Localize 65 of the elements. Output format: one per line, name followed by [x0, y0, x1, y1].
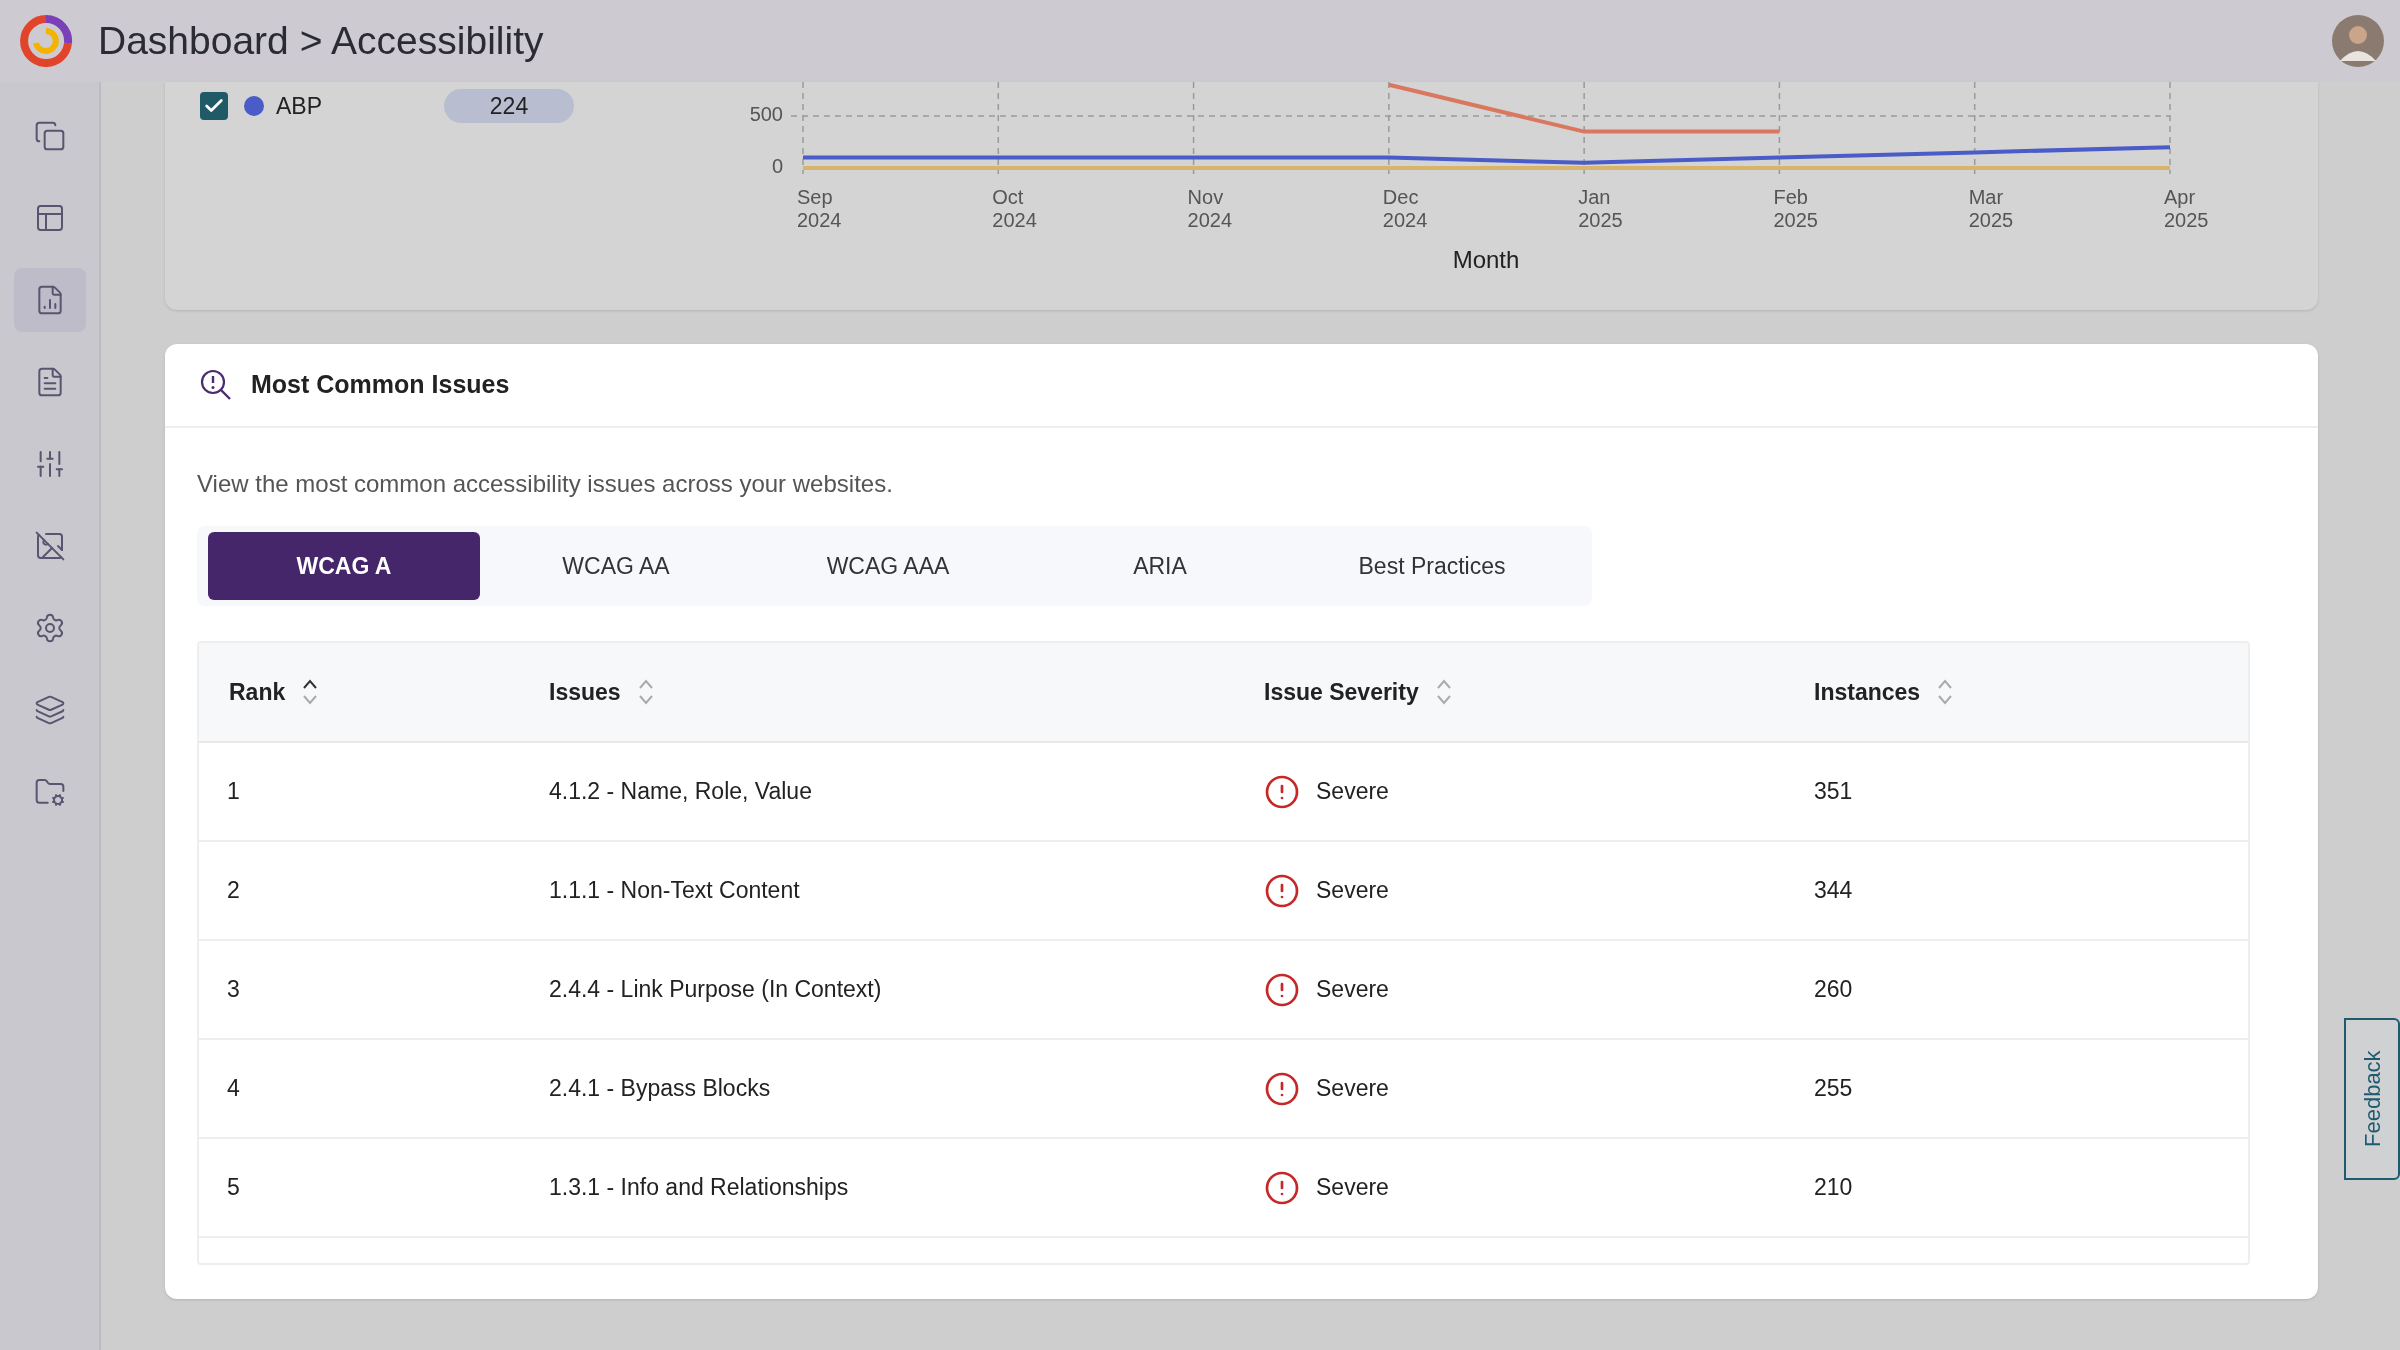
- instances-cell: 210: [1814, 1174, 1853, 1201]
- severity-cell-text: Severe: [1316, 876, 1389, 906]
- rank-cell: 1: [227, 778, 240, 805]
- column-header: Rank: [229, 677, 286, 707]
- folder-gear-icon: [33, 776, 66, 808]
- rank-cell: 5: [227, 1174, 240, 1201]
- y-tick-label: 500: [749, 103, 783, 126]
- rank-cell: 4: [227, 1075, 240, 1102]
- x-tick-label: Sep 2024: [797, 186, 842, 231]
- instances-cell: 351: [1814, 778, 1853, 805]
- table-row[interactable]: 4 2.4.1 - Bypass Blocks Severe 255: [199, 1040, 2248, 1139]
- axis-title: Month: [1452, 246, 1520, 273]
- legend-checkbox[interactable]: [200, 92, 228, 120]
- rank-cell: 2: [227, 877, 240, 904]
- tab[interactable]: ARIA: [1024, 532, 1296, 600]
- table-row[interactable]: 5 1.3.1 - Info and Relationships Severe 210: [199, 1139, 2248, 1238]
- stacked-windows-icon: [33, 120, 66, 152]
- tab[interactable]: Best Practices: [1296, 532, 1568, 600]
- tab[interactable]: WCAG AAA: [752, 532, 1024, 600]
- table-row[interactable]: 2 1.1.1 - Non-Text Content Severe 344: [199, 842, 2248, 941]
- severity-cell-text: Severe: [1316, 1173, 1389, 1203]
- x-tick-label: Dec 2024: [1382, 186, 1428, 231]
- severity-cell-text: Severe: [1316, 1074, 1389, 1104]
- issue-cell: 2.4.4 - Link Purpose (In Context): [549, 976, 882, 1003]
- legend-label: ABP: [276, 91, 324, 121]
- instances-cell: 255: [1814, 1075, 1853, 1102]
- y-tick-label: 0: [771, 155, 783, 178]
- x-tick-label: Jan 2025: [1578, 186, 1623, 231]
- alert-icon: [1264, 1070, 1300, 1107]
- avatar[interactable]: [2332, 15, 2384, 67]
- crossed-image-icon: [33, 530, 66, 562]
- feedback-tab[interactable]: Feedback: [2344, 1018, 2400, 1180]
- sort-icon[interactable]: [301, 677, 320, 707]
- severity-cell-text: Severe: [1316, 975, 1389, 1005]
- x-tick-label: Nov 2024: [1187, 186, 1233, 231]
- x-tick-label: Feb 2025: [1773, 186, 1818, 231]
- column-header: Instances: [1814, 677, 1921, 707]
- issue-cell: 1.3.1 - Info and Relationships: [549, 1174, 849, 1201]
- severity-cell-text: Severe: [1316, 777, 1389, 807]
- search-alert-icon: [199, 368, 233, 402]
- alert-icon: [1264, 872, 1300, 909]
- count-pill: 224: [444, 89, 574, 123]
- instances-cell: 344: [1814, 877, 1853, 904]
- table-row[interactable]: 3 2.4.4 - Link Purpose (In Context) Severe 260: [199, 941, 2248, 1040]
- x-tick-label: Mar 2025: [1968, 186, 2014, 231]
- issue-cell: 2.4.1 - Bypass Blocks: [549, 1075, 771, 1102]
- tab[interactable]: WCAG A: [208, 532, 480, 600]
- table-row[interactable]: 1 4.1.2 - Name, Role, Value Severe 351: [199, 743, 2248, 842]
- alert-icon: [1264, 971, 1300, 1008]
- issue-cell: 1.1.1 - Non-Text Content: [549, 877, 800, 904]
- rank-cell: 3: [227, 976, 240, 1003]
- alert-icon: [1264, 1169, 1300, 1206]
- alert-icon: [1264, 773, 1300, 810]
- tab[interactable]: WCAG AA: [480, 532, 752, 600]
- x-tick-label: Oct 2024: [992, 186, 1037, 231]
- layers-icon: [33, 694, 66, 726]
- page-title: Dashboard > Accessibility: [98, 17, 544, 64]
- instances-cell: 260: [1814, 976, 1853, 1003]
- column-header: Issues: [549, 677, 621, 707]
- column-header: Issue Severity: [1264, 677, 1419, 707]
- issue-cell: 4.1.2 - Name, Role, Value: [549, 778, 812, 805]
- sidebar-item[interactable]: [13, 268, 86, 332]
- card-description: View the most common accessibility issues across your websites.: [197, 469, 894, 499]
- card-title: Most Common Issues: [251, 369, 510, 401]
- x-tick-label: Apr 2025: [2164, 186, 2209, 231]
